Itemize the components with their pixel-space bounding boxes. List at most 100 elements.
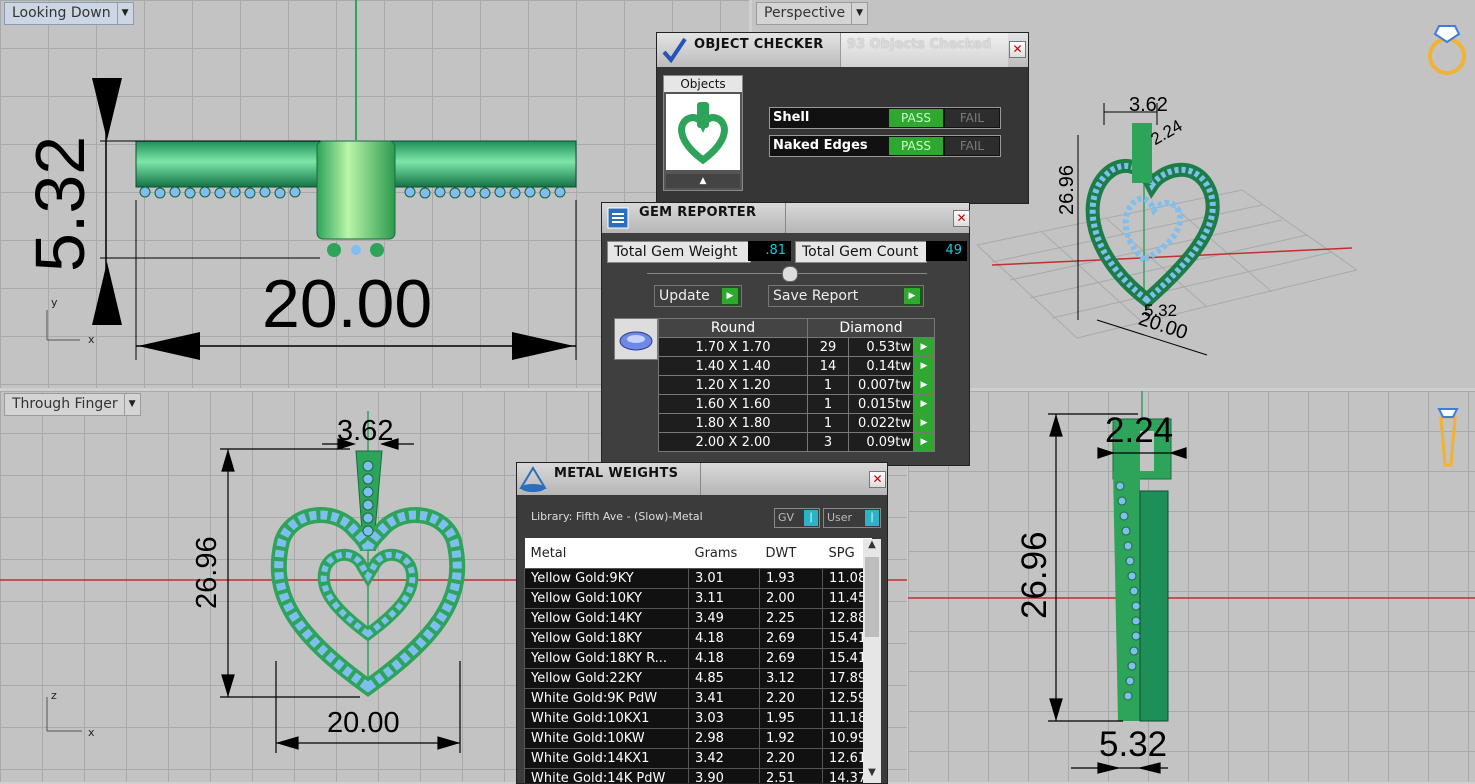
header-stone-type: Diamond [807,318,935,338]
objects-checked-count: 93 Objects Checked [847,37,992,52]
play-arrow-icon[interactable]: ▶ [913,413,935,433]
metal-weights-title: METAL WEIGHTS [554,466,679,481]
metal-row[interactable]: Yellow Gold:14KY 3.49 2.25 12.88 [524,608,872,629]
viewport-side[interactable]: 2.24 26.96 5.32 [908,391,1475,782]
play-arrow-icon[interactable]: ▶ [913,337,935,357]
metal-row[interactable]: Yellow Gold:9KY 3.01 1.93 11.08 [524,568,872,589]
gem-weight: 0.015tw [848,394,914,414]
total-gem-weight-value: .81 [748,241,791,261]
save-report-button[interactable]: Save Report ▶ [768,285,924,307]
gem-table: Round Diamond 1.70 X 1.70 29 0.53tw ▶ 1.… [658,318,935,452]
metal-dwt: 2.69 [759,628,823,649]
gem-count: 1 [807,413,849,433]
slider-handle[interactable] [782,266,798,282]
metal-row[interactable]: White Gold:9K PdW 3.41 2.20 12.59 [524,688,872,709]
gv-toggle[interactable]: GV | [774,508,820,528]
gem-row[interactable]: 1.80 X 1.80 1 0.022tw ▶ [658,413,935,433]
metal-table: Metal Grams DWT SPG Yellow Gold:9KY 3.01 1… [524,538,872,783]
play-arrow-icon[interactable]: ▶ [913,356,935,376]
metal-row[interactable]: White Gold:10KW 2.98 1.92 10.99 [524,728,872,749]
close-button[interactable]: ✕ [869,471,886,488]
gem-weight: 0.007tw [848,375,914,395]
perspective-dim-height: 26.96 [1056,164,1078,215]
chevron-down-icon[interactable]: ▼ [116,3,133,24]
metal-dwt: 2.00 [759,588,823,609]
gem-size: 2.00 X 2.00 [658,432,808,452]
header-shape: Round [658,318,808,338]
round-diamond-icon[interactable] [614,318,658,360]
close-button[interactable]: ✕ [1009,41,1026,58]
metal-row[interactable]: White Gold:14K PdW 3.90 2.51 14.37 [524,768,872,783]
library-label: Library: Fifth Ave - (Slow)-Metal [531,510,703,523]
gem-row[interactable]: 1.60 X 1.60 1 0.015tw ▶ [658,394,935,414]
ring-icon[interactable] [1425,12,1469,76]
gem-size: 1.80 X 1.80 [658,413,808,433]
metal-name: Yellow Gold:14KY [524,608,689,629]
metal-row[interactable]: Yellow Gold:10KY 3.11 2.00 11.45 [524,588,872,609]
gem-size: 1.40 X 1.40 [658,356,808,376]
metal-name: Yellow Gold:9KY [524,568,689,589]
chevron-down-icon[interactable]: ▼ [123,394,140,415]
metal-row[interactable]: Yellow Gold:18KY R... 4.18 2.69 15.41 [524,648,872,669]
metal-table-scroll[interactable]: Metal Grams DWT SPG Yellow Gold:9KY 3.01 1… [524,538,884,783]
play-arrow-icon[interactable]: ▶ [913,375,935,395]
metal-name: White Gold:10KW [524,728,689,749]
gem-row[interactable]: 1.70 X 1.70 29 0.53tw ▶ [658,337,935,357]
total-gem-count-label: Total Gem Count [795,241,927,263]
metal-dwt: 1.92 [759,728,823,749]
metal-grams: 3.03 [688,708,760,729]
metal-row[interactable]: Yellow Gold:22KY 4.85 3.12 17.89 [524,668,872,689]
metal-grams: 3.90 [688,768,760,783]
metal-grams: 4.85 [688,668,760,689]
chevron-up-icon[interactable]: ▲ [863,539,881,555]
viewport-label-text: Perspective [764,5,846,21]
metal-row[interactable]: White Gold:14KX1 3.42 2.20 12.61 [524,748,872,769]
update-button[interactable]: Update ▶ [654,285,742,307]
axis-x-label: x [88,333,95,346]
gem-row[interactable]: 2.00 X 2.00 3 0.09tw ▶ [658,432,935,452]
objects-label: Objects [664,76,742,92]
gem-weight: 0.09tw [848,432,914,452]
gem-row[interactable]: 1.40 X 1.40 14 0.14tw ▶ [658,356,935,376]
gem-reporter-title: GEM REPORTER [639,205,757,220]
fail-indicator: FAIL [945,137,999,155]
dimension-width: 20.00 [262,266,433,342]
heart-pendant-icon [678,102,728,165]
viewport-label-perspective[interactable]: Perspective ▼ [756,2,869,25]
metal-row[interactable]: Yellow Gold:18KY 4.18 2.69 15.41 [524,628,872,649]
column-header-grams[interactable]: Grams [688,538,760,569]
metal-name: Yellow Gold:22KY [524,668,689,689]
viewport-label-through-finger[interactable]: Through Finger ▼ [4,393,141,416]
play-arrow-icon[interactable]: ▶ [913,394,935,414]
scrollbar-thumb[interactable] [865,557,879,637]
metal-weights-titlebar[interactable]: METAL WEIGHTS ✕ [517,463,887,495]
viewport-label-text: Looking Down [12,5,111,21]
dimension-height: 26.96 [191,536,223,609]
toggle-indicator-icon: | [865,510,879,526]
chevron-down-icon[interactable]: ▼ [863,767,881,783]
chevron-down-icon[interactable]: ▼ [851,3,867,24]
column-header-metal[interactable]: Metal [524,538,689,569]
object-checker-titlebar[interactable]: OBJECT CHECKER 93 Objects Checked ✕ [657,33,1028,67]
column-header-dwt[interactable]: DWT [759,538,823,569]
objects-preview[interactable]: Objects ▲ [663,75,743,191]
vertical-scrollbar[interactable]: ▲ ▼ [863,539,881,783]
user-label: User [827,511,853,524]
metal-dwt: 3.12 [759,668,823,689]
metal-grams: 3.49 [688,608,760,629]
dimension-height: 5.32 [21,135,99,272]
pendant-icon[interactable] [1433,405,1463,475]
close-button[interactable]: ✕ [953,210,970,227]
play-arrow-icon[interactable]: ▶ [913,432,935,452]
viewport-label-looking-down[interactable]: Looking Down ▼ [4,2,134,25]
gem-reporter-panel: GEM REPORTER ✕ Total Gem Weight .81 Tota… [601,202,970,466]
metal-grams: 3.11 [688,588,760,609]
user-toggle[interactable]: User | [823,508,881,528]
side-view-drawing [908,391,1475,774]
metal-row[interactable]: White Gold:10KX1 3.03 1.95 11.18 [524,708,872,729]
gem-reporter-titlebar[interactable]: GEM REPORTER ✕ [602,203,970,233]
gem-row[interactable]: 1.20 X 1.20 1 0.007tw ▶ [658,375,935,395]
metal-weights-panel: METAL WEIGHTS ✕ Library: Fifth Ave - (Sl… [516,462,888,784]
scroll-up-arrow-icon[interactable]: ▲ [666,174,740,188]
metal-name: Yellow Gold:18KY R... [524,648,689,669]
